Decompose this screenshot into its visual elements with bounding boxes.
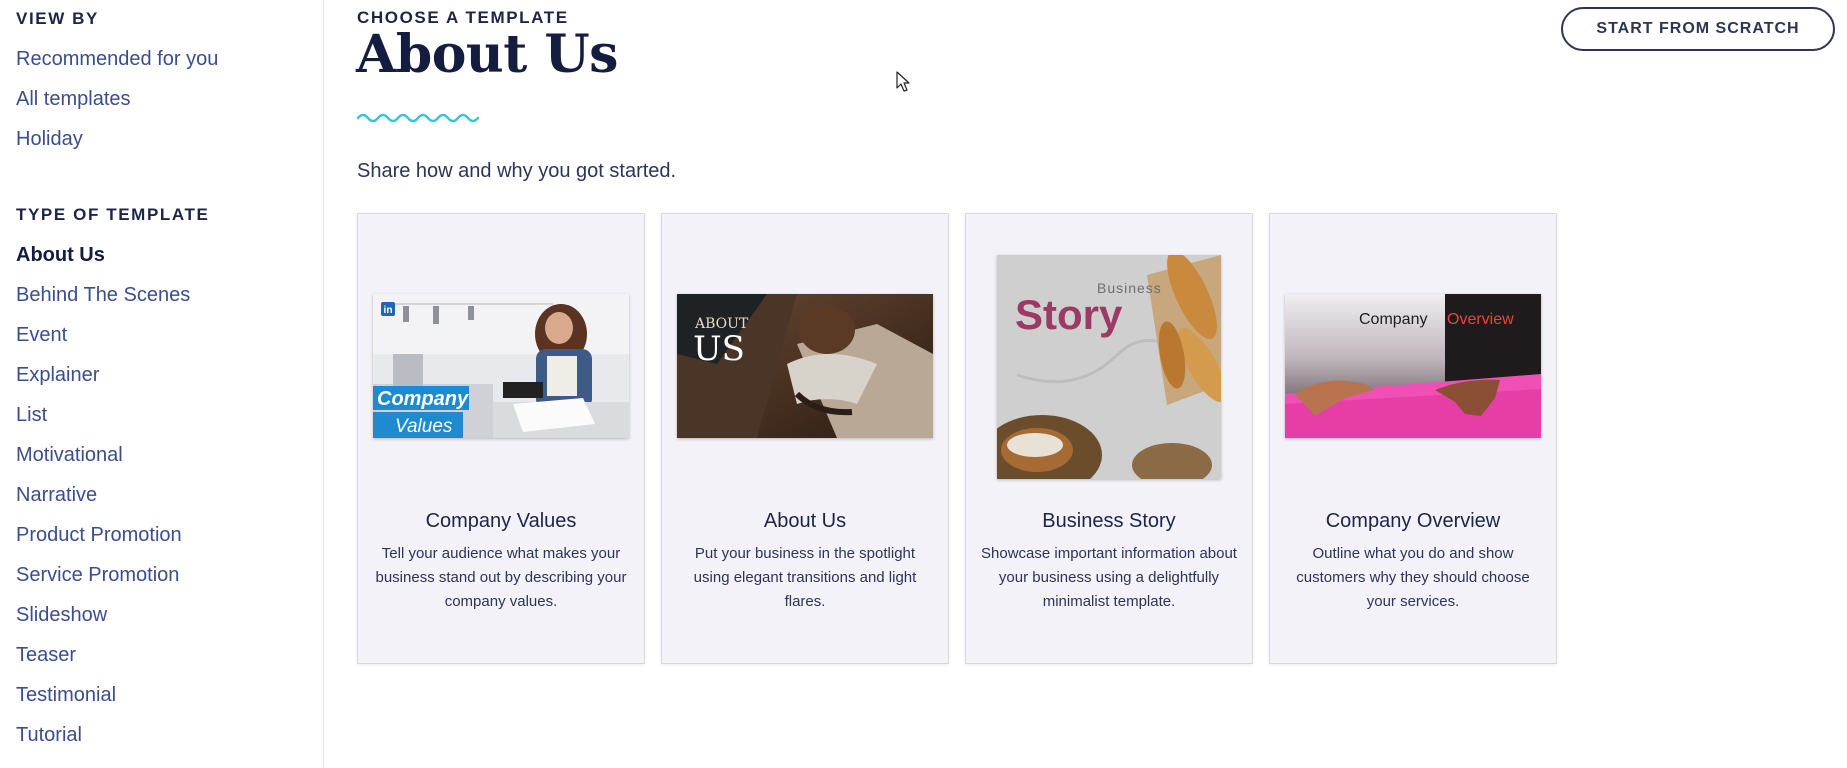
page-subtitle: Share how and why you got started. bbox=[357, 160, 677, 182]
about-us-thumb-line2: US bbox=[693, 329, 745, 369]
sidebar-item-recommended[interactable]: Recommended for you bbox=[16, 48, 218, 71]
sidebar-item-product-promotion[interactable]: Product Promotion bbox=[16, 524, 182, 547]
company-values-thumb-line1: Company bbox=[377, 388, 469, 410]
wave-divider bbox=[357, 113, 479, 123]
card-title: Company Values bbox=[425, 510, 577, 532]
sidebar-item-service-promotion[interactable]: Service Promotion bbox=[16, 564, 179, 587]
sidebar-item-behind-the-scenes[interactable]: Behind The Scenes bbox=[16, 284, 190, 307]
sidebar-item-slideshow[interactable]: Slideshow bbox=[16, 604, 107, 627]
card-title: Company Overview bbox=[1325, 510, 1501, 532]
sidebar-item-motivational[interactable]: Motivational bbox=[16, 444, 123, 467]
sidebar-item-holiday[interactable]: Holiday bbox=[16, 128, 83, 151]
template-card-about-us[interactable]: ABOUT US About Us Put your business in t… bbox=[661, 213, 949, 664]
card-title: About Us bbox=[763, 510, 847, 532]
about-us-thumbnail: ABOUT US bbox=[677, 294, 933, 438]
company-overview-thumb-line2: Overview bbox=[1447, 311, 1514, 328]
sidebar-item-tutorial[interactable]: Tutorial bbox=[16, 724, 82, 747]
start-from-scratch-button[interactable]: START FROM SCRATCH bbox=[1561, 7, 1835, 51]
card-description: Outline what you do and show customers w… bbox=[1296, 545, 1530, 610]
sidebar-item-list[interactable]: List bbox=[16, 404, 47, 427]
sidebar-item-all-templates[interactable]: All templates bbox=[16, 88, 131, 111]
sidebar-item-narrative[interactable]: Narrative bbox=[16, 484, 97, 507]
business-story-thumb-line2: Story bbox=[1015, 291, 1123, 338]
sidebar-item-teaser[interactable]: Teaser bbox=[16, 644, 76, 667]
company-values-thumb-line2: Values bbox=[395, 416, 453, 437]
template-card-company-overview[interactable]: Company Overview Company Overview Outlin… bbox=[1269, 213, 1557, 664]
company-overview-thumbnail: Company Overview bbox=[1285, 294, 1541, 438]
sidebar-item-explainer[interactable]: Explainer bbox=[16, 364, 99, 387]
view-by-heading: VIEW BY bbox=[16, 9, 99, 28]
sidebar-item-event[interactable]: Event bbox=[16, 324, 67, 347]
template-card-business-story[interactable]: Business Story Business Story Showcase i… bbox=[965, 213, 1253, 664]
card-description: Tell your audience what makes your busin… bbox=[375, 545, 627, 610]
company-overview-thumb-line1: Company bbox=[1359, 311, 1427, 328]
linkedin-icon: in bbox=[384, 305, 393, 316]
template-card-company-values[interactable]: in Company Values Company Values Tell yo… bbox=[357, 213, 645, 664]
card-description: Put your business in the spotlight using… bbox=[693, 545, 917, 610]
sidebar-item-about-us[interactable]: About Us bbox=[16, 244, 105, 267]
card-title: Business Story bbox=[1042, 510, 1176, 532]
sidebar: VIEW BY Recommended for you All template… bbox=[0, 0, 324, 768]
type-of-template-heading: TYPE OF TEMPLATE bbox=[16, 205, 210, 224]
page-title: About Us bbox=[356, 24, 618, 85]
card-description: Showcase important information about you… bbox=[981, 545, 1237, 610]
company-values-thumbnail: in Company Values bbox=[373, 294, 629, 438]
sidebar-item-testimonial[interactable]: Testimonial bbox=[16, 684, 116, 707]
business-story-thumbnail: Business Story bbox=[997, 255, 1221, 479]
mouse-cursor-icon bbox=[896, 71, 910, 92]
